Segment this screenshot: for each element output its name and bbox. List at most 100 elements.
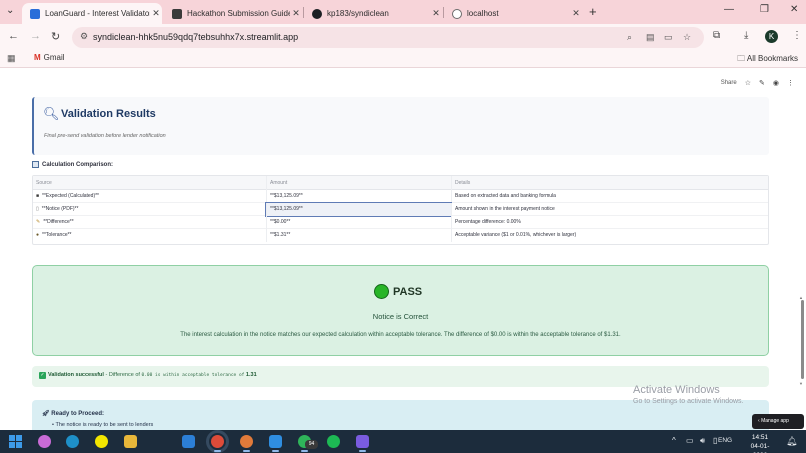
scroll-down-arrow-icon[interactable]: ▼	[799, 381, 803, 386]
more-menu-icon[interactable]: ⋮	[787, 79, 794, 87]
pass-subtitle: Notice is Correct	[372, 312, 429, 321]
cell-details[interactable]: Amount shown in the interest payment not…	[451, 203, 763, 216]
site-info-icon[interactable]: ⚙	[80, 31, 88, 42]
table-row: ▯ **Notice (PDF)** **$13,125.09** Amount …	[33, 202, 768, 217]
close-tab-icon[interactable]: ✕	[430, 8, 442, 19]
tab-search-chevron-icon[interactable]: ⌄	[6, 5, 14, 16]
chrome-profile-icon[interactable]	[240, 435, 253, 452]
comparison-table[interactable]: Source Amount Details ■ **Expected (Calcu…	[32, 175, 769, 245]
app-purple-icon[interactable]	[356, 435, 369, 452]
notification-bell-icon[interactable]: 🔔︎	[786, 436, 797, 447]
pass-result-box: PASS Notice is Correct The interest calc…	[32, 265, 769, 356]
tab-localhost[interactable]: localhost ✕	[444, 3, 582, 24]
share-button[interactable]: Share	[721, 80, 737, 86]
edit-pencil-icon[interactable]: ✎	[759, 79, 765, 87]
copilot-icon[interactable]	[38, 435, 51, 448]
document-icon: ▯	[36, 206, 39, 212]
star-icon[interactable]: ☆	[745, 79, 751, 87]
battery-icon[interactable]: ▯	[713, 436, 717, 445]
cell-details[interactable]: Percentage difference: 0.00%	[451, 216, 763, 229]
cell-amount-selected[interactable]: **$13,125.09**	[265, 202, 452, 217]
column-header-source[interactable]: Source	[33, 176, 266, 190]
streamlit-page: Share ☆ ✎ ◉ ⋮ 🔍︎ Validation Results Fina…	[0, 68, 806, 430]
tab-github[interactable]: kp183/syndiclean ✕	[304, 3, 442, 24]
new-tab-plus-icon[interactable]: +	[589, 4, 597, 19]
validation-results-subtitle: Final pre-send validation before lender …	[44, 133, 166, 139]
cast-icon[interactable]: ▭	[664, 32, 673, 43]
address-bar[interactable]: ⚙ syndiclean-hhk5nu59qdq7tebsuhhx7x.stre…	[72, 27, 704, 48]
ruler-pencil-icon: ✎	[36, 219, 41, 225]
pass-detail: The interest calculation in the notice m…	[180, 332, 621, 338]
back-arrow-icon[interactable]: ←	[8, 30, 19, 42]
restore-icon[interactable]: ❐	[760, 4, 769, 15]
success-message: Validation successful - Difference of 0.…	[48, 372, 257, 378]
extensions-puzzle-icon[interactable]: ⧉	[713, 30, 720, 41]
cell-details[interactable]: Acceptable variance ($1 or 0.01%, whiche…	[451, 229, 763, 242]
close-tab-icon[interactable]: ✕	[290, 8, 302, 19]
close-tab-icon[interactable]: ✕	[570, 8, 582, 19]
windows-taskbar: ^ ▭ 🔊︎ ▯ ENG	[0, 430, 806, 453]
tray-chevron-up-icon[interactable]: ^	[672, 436, 676, 445]
validation-results-title: Validation Results	[61, 108, 156, 120]
close-window-icon[interactable]: ✕	[790, 4, 798, 15]
language-indicator[interactable]: ENG	[718, 437, 732, 444]
column-header-details[interactable]: Details	[451, 176, 763, 190]
github-icon[interactable]: ◉	[773, 79, 779, 87]
edge-icon[interactable]	[66, 435, 79, 448]
manage-app-button[interactable]: ‹ Manage app	[752, 414, 804, 429]
github-favicon-icon	[312, 8, 322, 19]
mail-icon[interactable]	[182, 435, 195, 448]
forward-arrow-icon[interactable]: →	[30, 30, 41, 42]
apps-grid-icon[interactable]: ▦	[7, 53, 16, 64]
table-header-row: Source Amount Details	[33, 176, 768, 190]
cell-source[interactable]: ■ **Expected (Calculated)**	[33, 190, 266, 203]
reload-icon[interactable]: ↻	[51, 30, 60, 43]
tab-loanguard[interactable]: LoanGuard - Interest Validator ✕	[22, 3, 162, 24]
bookmarks-bar: ▦ M Gmail 🗀 All Bookmarks	[0, 50, 806, 68]
more-menu-icon[interactable]: ⋮	[792, 30, 802, 41]
tab-hackathon[interactable]: Hackathon Submission Guidelines ✕	[164, 3, 302, 24]
cell-source[interactable]: ● **Tolerance**	[33, 229, 266, 242]
page-doc-icon[interactable]: ▤	[646, 32, 655, 43]
profile-avatar[interactable]: K	[765, 30, 778, 43]
zoom-search-icon[interactable]: ⌕	[627, 32, 632, 43]
volume-icon[interactable]: 🔊︎	[700, 436, 705, 446]
notion-favicon-icon	[172, 8, 182, 19]
bar-chart-icon	[32, 161, 39, 168]
cell-amount[interactable]: **$0.00**	[266, 216, 451, 229]
table-row: ■ **Expected (Calculated)** **$13,125.09*…	[33, 190, 768, 203]
column-header-amount[interactable]: Amount	[266, 176, 451, 190]
calculation-comparison-heading: Calculation Comparison:	[32, 161, 113, 168]
url-text[interactable]: syndiclean-hhk5nu59qdq7tebsuhhx7x.stream…	[93, 32, 298, 42]
target-icon: ●	[36, 232, 40, 238]
cell-source[interactable]: ▯ **Notice (PDF)**	[33, 203, 266, 216]
cell-details[interactable]: Based on extracted data and banking form…	[451, 190, 763, 203]
gmail-icon: M	[34, 53, 41, 62]
checkmark-icon: ✓	[39, 372, 46, 379]
magnifier-icon: 🔍︎	[43, 106, 60, 121]
bookmark-gmail[interactable]: M Gmail	[34, 53, 65, 62]
green-circle-icon	[374, 284, 389, 299]
chrome-icon[interactable]	[206, 430, 229, 453]
all-bookmarks-button[interactable]: 🗀 All Bookmarks	[737, 53, 798, 67]
spotify-icon[interactable]	[327, 435, 340, 448]
browser-toolbar: ← → ↻ ⚙ syndiclean-hhk5nu59qdq7tebsuhhx7…	[0, 24, 806, 50]
cell-amount[interactable]: **$13,125.09**	[266, 190, 451, 203]
streamlit-header: Share ☆ ✎ ◉ ⋮	[721, 79, 794, 87]
ready-heading: 🚀︎ Ready to Proceed:	[42, 411, 104, 417]
page-scrollbar-thumb[interactable]	[801, 300, 804, 379]
download-icon[interactable]: ⤓	[744, 30, 748, 41]
rocket-icon: 🚀︎	[42, 411, 52, 417]
taskbar-clock[interactable]: 14:51 04-01-2026	[744, 433, 776, 453]
windows-start-icon[interactable]	[9, 435, 22, 448]
network-icon[interactable]: ▭	[686, 436, 694, 445]
cell-source[interactable]: ✎ **Difference**	[33, 216, 266, 229]
minimize-icon[interactable]: —	[724, 4, 734, 15]
bookmark-star-icon[interactable]: ☆	[683, 32, 691, 43]
snapchat-icon[interactable]	[95, 435, 108, 448]
file-explorer-icon[interactable]	[124, 435, 137, 448]
close-tab-icon[interactable]: ✕	[150, 8, 162, 19]
globe-favicon-icon	[452, 8, 462, 19]
vscode-icon[interactable]	[269, 435, 282, 452]
cell-amount[interactable]: **$1.31**	[266, 229, 451, 242]
